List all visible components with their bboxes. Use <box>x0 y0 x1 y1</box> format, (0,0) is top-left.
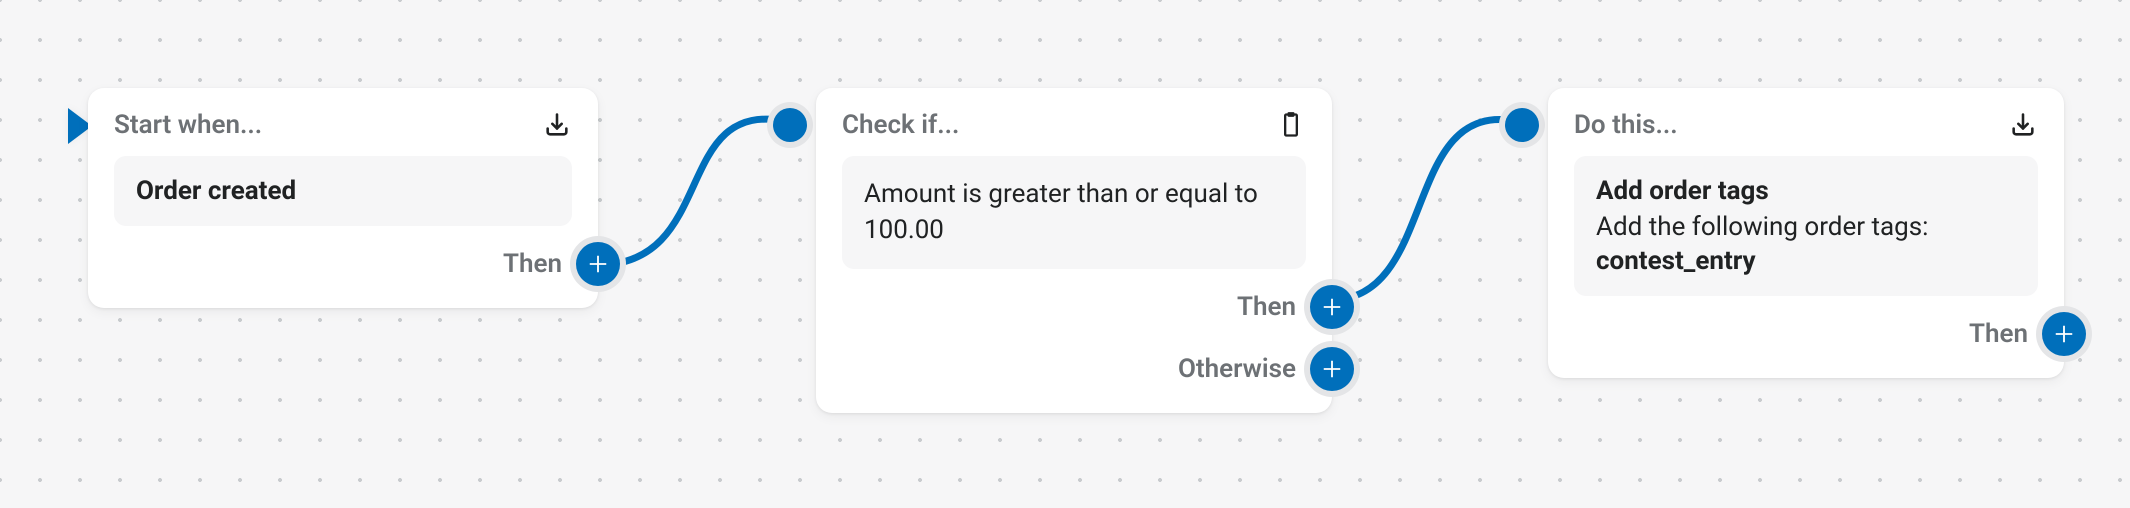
then-label: Then <box>503 249 562 279</box>
add-step-button-then[interactable] <box>1310 285 1354 329</box>
node-input-dot <box>773 108 807 142</box>
then-label: Then <box>1969 319 2028 349</box>
add-step-button[interactable] <box>576 242 620 286</box>
action-node[interactable]: Do this... Add order tags Add the follow… <box>1548 88 2064 378</box>
import-icon <box>2008 110 2038 140</box>
condition-body[interactable]: Amount is greater than or equal to 100.0… <box>842 156 1306 269</box>
condition-text: Amount is greater than or equal to 100.0… <box>864 176 1284 249</box>
then-label: Then <box>1237 292 1296 322</box>
action-tag: contest_entry <box>1596 246 2016 276</box>
trigger-event-label: Order created <box>136 176 550 206</box>
import-icon <box>542 110 572 140</box>
condition-header: Check if... <box>842 110 959 140</box>
action-title: Add order tags <box>1596 176 2016 206</box>
checklist-icon <box>1276 110 1306 140</box>
trigger-body[interactable]: Order created <box>114 156 572 226</box>
action-header: Do this... <box>1574 110 1678 140</box>
action-subtext: Add the following order tags: <box>1596 212 2016 242</box>
condition-node[interactable]: Check if... Amount is greater than or eq… <box>816 88 1332 413</box>
trigger-node[interactable]: Start when... Order created Then <box>88 88 598 308</box>
add-step-button[interactable] <box>2042 312 2086 356</box>
trigger-header: Start when... <box>114 110 262 140</box>
node-input-dot <box>1505 108 1539 142</box>
action-body[interactable]: Add order tags Add the following order t… <box>1574 156 2038 296</box>
otherwise-label: Otherwise <box>1178 354 1296 384</box>
flow-canvas[interactable]: Start when... Order created Then Che <box>0 0 2130 508</box>
add-step-button-otherwise[interactable] <box>1310 347 1354 391</box>
